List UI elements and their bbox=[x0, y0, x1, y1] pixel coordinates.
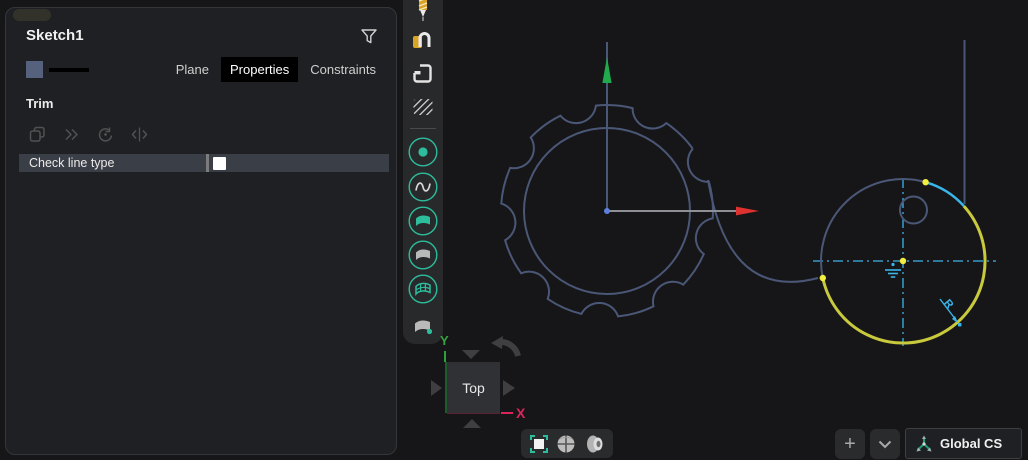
camera-lens-icon[interactable] bbox=[584, 434, 606, 454]
circle-arc-line[interactable] bbox=[821, 179, 926, 278]
nav-arrow-down[interactable] bbox=[463, 419, 481, 428]
coordinate-system-button[interactable]: Global CS bbox=[905, 428, 1022, 459]
sketch-toolbar-strip bbox=[403, 0, 443, 344]
radius-dimension-label[interactable]: R bbox=[941, 297, 955, 311]
section-label-trim: Trim bbox=[26, 96, 53, 111]
surface-tool[interactable] bbox=[408, 206, 438, 236]
tab-constraints[interactable]: Constraints bbox=[308, 57, 378, 82]
panel-title: Sketch1 bbox=[26, 27, 84, 44]
small-circle[interactable] bbox=[900, 197, 927, 224]
tangent-connector-curve[interactable] bbox=[708, 180, 818, 282]
orbit-sphere-icon[interactable] bbox=[556, 434, 576, 454]
nav-cube-face-label[interactable]: Top bbox=[447, 362, 500, 413]
coordinate-system-icon bbox=[915, 435, 933, 453]
expand-chevron-button[interactable] bbox=[870, 429, 900, 459]
nav-cube[interactable]: Top bbox=[447, 362, 500, 413]
vise-icon[interactable] bbox=[411, 30, 435, 52]
sketch-color-swatch[interactable] bbox=[26, 61, 43, 78]
nav-arrow-left[interactable] bbox=[431, 380, 442, 396]
line-style-swatch[interactable] bbox=[49, 68, 89, 72]
tab-properties[interactable]: Properties bbox=[221, 57, 298, 82]
nav-y-axis-label: Y bbox=[440, 333, 449, 348]
hatch-icon[interactable] bbox=[414, 99, 433, 115]
trim-tool-row bbox=[28, 125, 149, 144]
chevron-down-icon bbox=[878, 440, 892, 449]
surface-alt-tool[interactable] bbox=[408, 240, 438, 270]
sketch-endpoint-dot[interactable] bbox=[922, 179, 928, 185]
rotate-copy-icon[interactable] bbox=[96, 125, 115, 144]
check-line-type-checkbox[interactable] bbox=[213, 157, 226, 170]
circle-arc-construction[interactable] bbox=[926, 182, 964, 206]
coordinate-system-label: Global CS bbox=[940, 436, 1002, 451]
radius-handle-dot[interactable] bbox=[958, 323, 961, 326]
sketch-endpoint-dot[interactable] bbox=[820, 275, 826, 281]
drill-icon[interactable] bbox=[412, 0, 434, 22]
sheet-tool[interactable] bbox=[408, 310, 438, 340]
property-label: Check line type bbox=[19, 156, 206, 170]
nav-x-axis-segment bbox=[501, 412, 513, 414]
spline-tool[interactable] bbox=[408, 172, 438, 202]
point-tool[interactable] bbox=[408, 137, 438, 167]
view-options-bar bbox=[521, 429, 613, 458]
nav-x-axis-label: X bbox=[516, 405, 525, 421]
property-row-check-line-type: Check line type bbox=[19, 154, 389, 172]
nav-arrow-right[interactable] bbox=[503, 380, 515, 396]
fast-forward-icon[interactable] bbox=[62, 125, 81, 144]
nav-y-axis-tick bbox=[444, 351, 446, 362]
pocket-icon[interactable] bbox=[412, 63, 434, 85]
mirror-icon[interactable] bbox=[130, 125, 149, 144]
x-axis-arrow bbox=[736, 207, 759, 216]
filter-icon[interactable] bbox=[360, 28, 378, 46]
y-axis-arrow bbox=[602, 57, 611, 83]
add-button[interactable]: + bbox=[835, 429, 865, 459]
sketch-properties-panel: Sketch1 Plane Properties Constraints Tri… bbox=[5, 7, 397, 455]
window-drag-pill[interactable] bbox=[13, 9, 51, 21]
property-divider-handle[interactable] bbox=[206, 154, 209, 172]
circle-center-dot[interactable] bbox=[900, 258, 906, 264]
nav-arrow-up[interactable] bbox=[462, 350, 480, 359]
cad-application-window: R Sketch1 Plane Properties Constraints T… bbox=[0, 0, 1028, 460]
circle-arc-selection[interactable] bbox=[823, 206, 985, 343]
origin-point[interactable] bbox=[604, 208, 610, 214]
duplicate-icon[interactable] bbox=[28, 125, 47, 144]
toolbar-divider bbox=[410, 128, 436, 129]
panel-tab-bar: Plane Properties Constraints bbox=[174, 57, 378, 82]
anchor-constraint-icon bbox=[891, 263, 894, 266]
grid-surface-tool[interactable] bbox=[408, 274, 438, 304]
frame-view-icon[interactable] bbox=[529, 434, 549, 454]
tab-plane[interactable]: Plane bbox=[174, 57, 211, 82]
